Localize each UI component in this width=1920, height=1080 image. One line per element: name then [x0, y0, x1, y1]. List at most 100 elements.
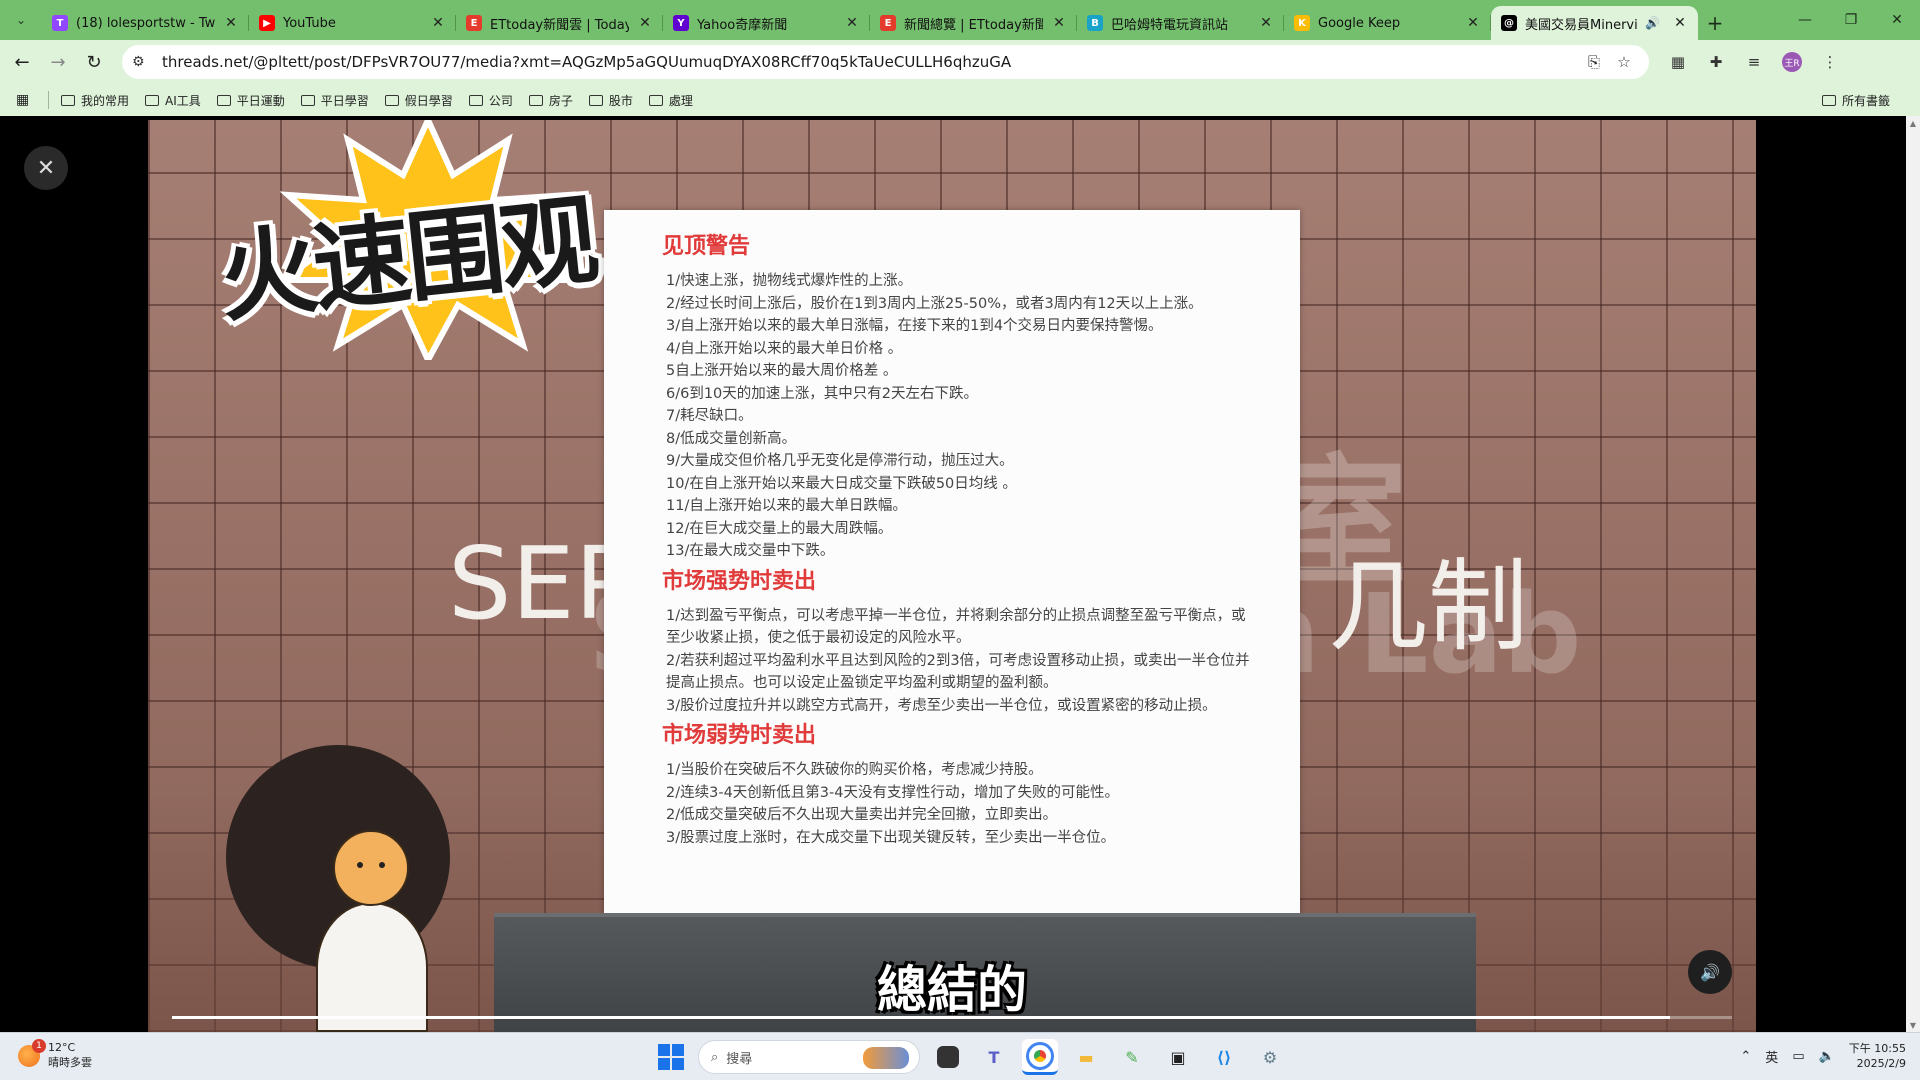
document-line: 提高止损点。也可以设定止盈锁定平均盈利或期望的盈利额。 — [666, 675, 1058, 691]
bookmark-folder[interactable]: 假日學習 — [384, 92, 453, 109]
document-line: 13/在最大成交量中下跌。 — [666, 543, 835, 559]
browser-tab[interactable]: B 巴哈姆特電玩資訊站 ✕ — [1077, 6, 1284, 40]
bookmark-star-icon[interactable]: ☆ — [1609, 53, 1639, 71]
close-tab-icon[interactable]: ✕ — [1258, 15, 1274, 31]
document-line: 2/经过长时间上涨后，股价在1到3周内上涨25-50%，或者3周内有12天以上上… — [666, 295, 1203, 312]
bookmark-folder[interactable]: 處理 — [648, 92, 693, 109]
close-tab-icon[interactable]: ✕ — [1465, 15, 1481, 31]
extension-qr-icon[interactable]: ▦ — [1661, 45, 1695, 79]
close-tab-icon[interactable]: ✕ — [637, 15, 653, 31]
network-icon[interactable]: ▭ — [1792, 1049, 1804, 1064]
back-button[interactable]: ← — [4, 44, 40, 80]
tab-title: 美國交易員Minervini — [1525, 17, 1638, 33]
bookmark-label: 股市 — [608, 93, 633, 108]
close-tab-icon[interactable]: ✕ — [1051, 15, 1067, 31]
document-line: 2/连续3-4天创新低且第3-4天没有支撑性行动，增加了失败的可能性。 — [666, 784, 1119, 801]
bookmark-list: 我的常用 AI工具 平日運動 平日學習 假日學習 公司 房子 股市 處理 — [61, 92, 709, 109]
apps-grid-icon[interactable]: ▦ — [16, 92, 36, 108]
tab-strip: ⌄ T(18) lolesportstw - Twitch✕▶YouTube✕E… — [0, 0, 1920, 40]
task-view-icon[interactable] — [937, 1046, 959, 1068]
browser-tab[interactable]: ▶ YouTube ✕ — [249, 6, 456, 40]
menu-kebab-icon[interactable]: ⋮ — [1813, 45, 1847, 79]
close-tab-icon[interactable]: ✕ — [1672, 15, 1688, 31]
folder-icon — [300, 94, 315, 106]
clock[interactable]: 下午 10:55 2025/2/9 — [1849, 1041, 1906, 1071]
browser-tab[interactable]: @ 美國交易員Minervini 🔊 ✕ — [1491, 6, 1698, 40]
video-frame[interactable]: 投机实验室 Speculation Lab SEP 几制 火速围观 见顶警告 1… — [148, 120, 1756, 1032]
document-line: 10/在自上涨开始以来最大日成交量下跌破50日均线 。 — [666, 475, 1017, 492]
bookmark-folder[interactable]: 我的常用 — [61, 92, 129, 109]
tab-title: Yahoo奇摩新聞 — [697, 17, 788, 33]
start-button[interactable] — [654, 1040, 688, 1074]
tray-chevron-up-icon[interactable]: ⌃ — [1740, 1049, 1751, 1064]
ettoday-icon: E — [880, 15, 896, 31]
audio-playing-icon[interactable]: 🔊 — [1645, 16, 1660, 30]
media-viewer: ✕ 投机实验室 Speculation Lab SEP 几制 火速围观 见顶警告… — [0, 116, 1920, 1032]
mute-button[interactable]: 🔊 — [1688, 950, 1732, 994]
close-viewer-button[interactable]: ✕ — [24, 146, 68, 190]
scroll-down-icon[interactable]: ▼ — [1906, 1018, 1920, 1032]
document-line: 2/低成交量突破后不久出现大量卖出并完全回撤，立即卖出。 — [666, 807, 1058, 823]
site-info-icon[interactable]: ⚙ — [132, 54, 154, 70]
bookmark-folder[interactable]: AI工具 — [145, 92, 201, 109]
file-explorer-icon[interactable]: ▬ — [1068, 1039, 1104, 1075]
browser-tab[interactable]: K Google Keep ✕ — [1284, 6, 1491, 40]
media-controls-icon[interactable]: ≡ — [1737, 45, 1771, 79]
taskbar-search[interactable]: ⌕ 搜尋 — [698, 1040, 920, 1074]
bookmarks-divider — [48, 91, 49, 109]
volume-icon[interactable]: 🔈 — [1819, 1049, 1835, 1064]
tab-title: (18) lolesportstw - Twitch — [76, 15, 215, 31]
bookmark-folder[interactable]: 平日學習 — [300, 92, 369, 109]
forward-button[interactable]: → — [40, 44, 76, 80]
bookmark-folder[interactable]: 平日運動 — [216, 92, 285, 109]
section3-title: 市场弱势时卖出 — [662, 723, 817, 748]
reload-button[interactable]: ↻ — [76, 44, 112, 80]
close-tab-icon[interactable]: ✕ — [223, 15, 239, 31]
chrome-icon[interactable] — [1022, 1039, 1058, 1075]
restore-button[interactable]: ❐ — [1828, 0, 1874, 40]
vscode-icon[interactable]: ⟨⟩ — [1206, 1039, 1242, 1075]
weather-desc: 晴時多雲 — [48, 1056, 92, 1069]
video-progress-bar[interactable] — [172, 1016, 1732, 1019]
install-app-icon[interactable]: ⎘ — [1579, 53, 1609, 71]
browser-tab[interactable]: T (18) lolesportstw - Twitch ✕ — [42, 6, 249, 40]
ime-indicator[interactable]: 英 — [1765, 1047, 1778, 1066]
ettoday-icon: E — [466, 15, 482, 31]
clock-date: 2025/2/9 — [1856, 1057, 1906, 1070]
address-bar[interactable]: ⚙ threads.net/@pltett/post/DFPsVR7OU77/m… — [122, 45, 1649, 79]
teams-icon[interactable]: T — [976, 1039, 1012, 1075]
minimize-button[interactable]: — — [1782, 0, 1828, 40]
tab-title: ETtoday新聞雲 | Today is — [490, 17, 629, 33]
close-tab-icon[interactable]: ✕ — [430, 15, 446, 31]
browser-tab[interactable]: E ETtoday新聞雲 | Today is ✕ — [456, 6, 663, 40]
weather-widget[interactable]: 1 12°C 晴時多雲 — [18, 1038, 92, 1070]
document-line: 11/自上涨开始以来的最大单日跌幅。 — [666, 498, 907, 514]
url-text[interactable]: threads.net/@pltett/post/DFPsVR7OU77/med… — [162, 53, 1579, 71]
extensions-puzzle-icon[interactable]: ✚ — [1699, 45, 1733, 79]
system-tray: ⌃ 英 ▭ 🔈 下午 10:55 2025/2/9 — [1740, 1041, 1906, 1071]
notepad-icon[interactable]: ✎ — [1114, 1039, 1150, 1075]
new-tab-button[interactable]: + — [1698, 6, 1732, 40]
profile-button[interactable]: 王R — [1775, 45, 1809, 79]
bookmark-folder[interactable]: 股市 — [588, 92, 633, 109]
browser-toolbar: ← → ↻ ⚙ threads.net/@pltett/post/DFPsVR7… — [0, 40, 1920, 84]
folder-icon — [61, 94, 75, 106]
bookmark-folder[interactable]: 公司 — [468, 92, 513, 109]
browser-tab[interactable]: E 新聞總覽 | ETtoday新聞雲 ✕ — [870, 6, 1077, 40]
tab-search-button[interactable]: ⌄ — [6, 5, 36, 35]
plus-icon: + — [1706, 11, 1724, 35]
bookmark-folder[interactable]: 房子 — [528, 92, 573, 109]
close-window-button[interactable]: ✕ — [1874, 0, 1920, 40]
search-placeholder: 搜尋 — [726, 1051, 753, 1067]
weather-sun-icon: 1 — [18, 1038, 46, 1067]
terminal-icon[interactable]: ▣ — [1160, 1039, 1196, 1075]
character-eye — [357, 862, 363, 868]
browser-tab[interactable]: Y Yahoo奇摩新聞 ✕ — [663, 6, 870, 40]
tab-title: Google Keep — [1318, 15, 1401, 31]
settings-gear-icon[interactable]: ⚙ — [1252, 1039, 1288, 1075]
scroll-up-icon[interactable]: ▲ — [1906, 116, 1920, 130]
page-scrollbar[interactable]: ▲ ▼ — [1906, 116, 1920, 1032]
close-tab-icon[interactable]: ✕ — [844, 15, 860, 31]
all-bookmarks-button[interactable]: 所有書籤 — [1821, 92, 1890, 109]
document-line: 3/自上涨开始以来的最大单日涨幅，在接下来的1到4个交易日内要保持警惕。 — [666, 318, 1163, 334]
